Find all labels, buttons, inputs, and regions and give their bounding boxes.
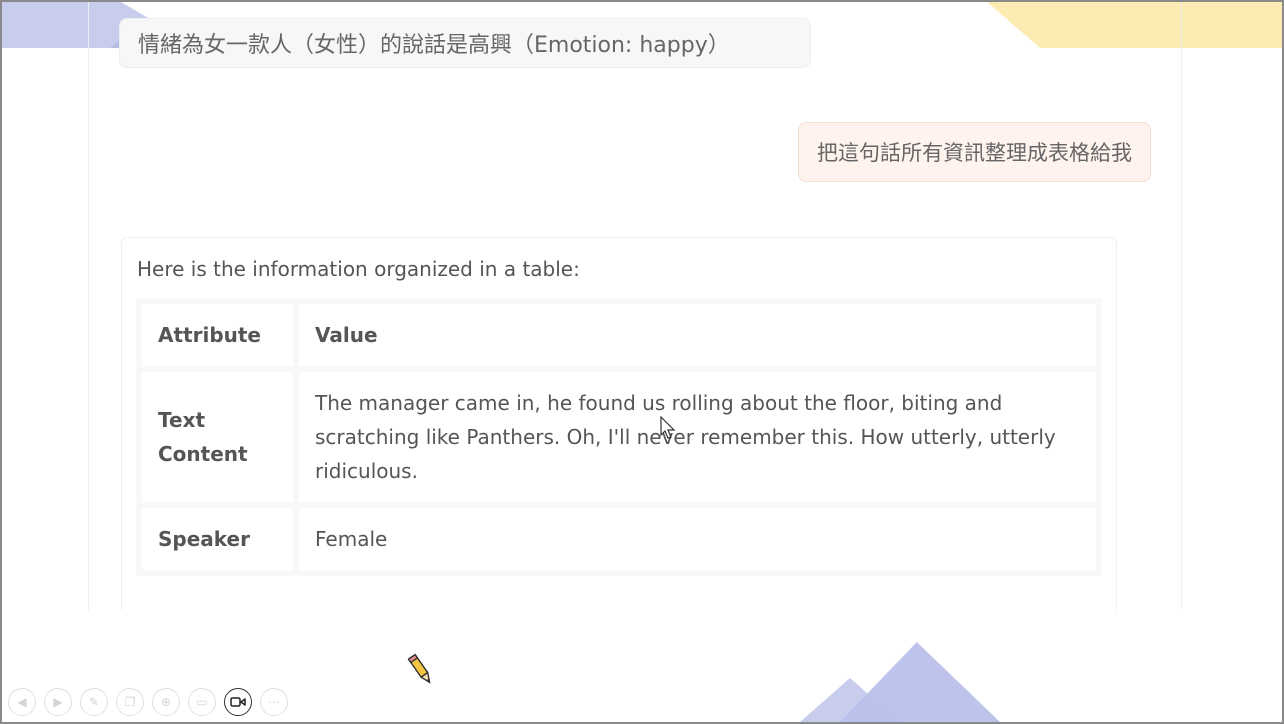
more-icon: ⋯ [268, 695, 280, 709]
row-key-cell: Text Content [142, 372, 293, 502]
header-value-cell: Value [299, 304, 1096, 366]
zoom-button[interactable]: ⊕ [152, 688, 180, 716]
table-header-row: Attribute Value [142, 304, 1096, 366]
pen-cursor-icon [407, 653, 431, 684]
assistant-intro-text: Here is the information organized in a t… [137, 257, 580, 281]
mouse-pointer-icon [660, 416, 676, 439]
more-button[interactable]: ⋯ [260, 688, 288, 716]
decor-triangle-bottom-large [840, 642, 1000, 722]
camera-button[interactable] [224, 688, 252, 716]
table-row: Speaker Female [142, 508, 1096, 570]
assistant-message-card: Here is the information organized in a t… [121, 237, 1117, 610]
arrow-left-icon: ◀ [17, 695, 27, 709]
slides-icon: ❐ [124, 695, 136, 709]
subtitles-icon: ▭ [196, 695, 208, 709]
prev-slide-button[interactable]: ◀ [8, 688, 36, 716]
row-value-cell: The manager came in, he found us rolling… [299, 372, 1096, 502]
next-slide-button[interactable]: ▶ [44, 688, 72, 716]
subtitles-button[interactable]: ▭ [188, 688, 216, 716]
previous-assistant-message: 情緒為女一款人（女性）的說話是高興（Emotion: happy） [119, 18, 811, 68]
info-table: Attribute Value Text Content The manager… [136, 298, 1102, 576]
video-camera-icon [230, 697, 246, 707]
row-value-cell: Female [299, 508, 1096, 570]
pen-icon: ✎ [88, 695, 100, 709]
row-key-cell: Speaker [142, 508, 293, 570]
magnifier-icon: ⊕ [160, 695, 172, 709]
presentation-toolbar: ◀ ▶ ✎ ❐ ⊕ ▭ ⋯ [8, 688, 288, 716]
previous-message-text: 情緒為女一款人（女性）的說話是高興（Emotion: happy） [138, 33, 730, 58]
pen-button[interactable]: ✎ [80, 688, 108, 716]
slides-button[interactable]: ❐ [116, 688, 144, 716]
user-message-text: 把這句話所有資訊整理成表格給我 [817, 141, 1132, 165]
header-attribute-cell: Attribute [142, 304, 293, 366]
arrow-right-icon: ▶ [53, 695, 63, 709]
chat-panel: 情緒為女一款人（女性）的說話是高興（Emotion: happy） 把這句話所有… [88, 0, 1182, 610]
user-message-bubble: 把這句話所有資訊整理成表格給我 [798, 122, 1151, 182]
table-row: Text Content The manager came in, he fou… [142, 372, 1096, 502]
